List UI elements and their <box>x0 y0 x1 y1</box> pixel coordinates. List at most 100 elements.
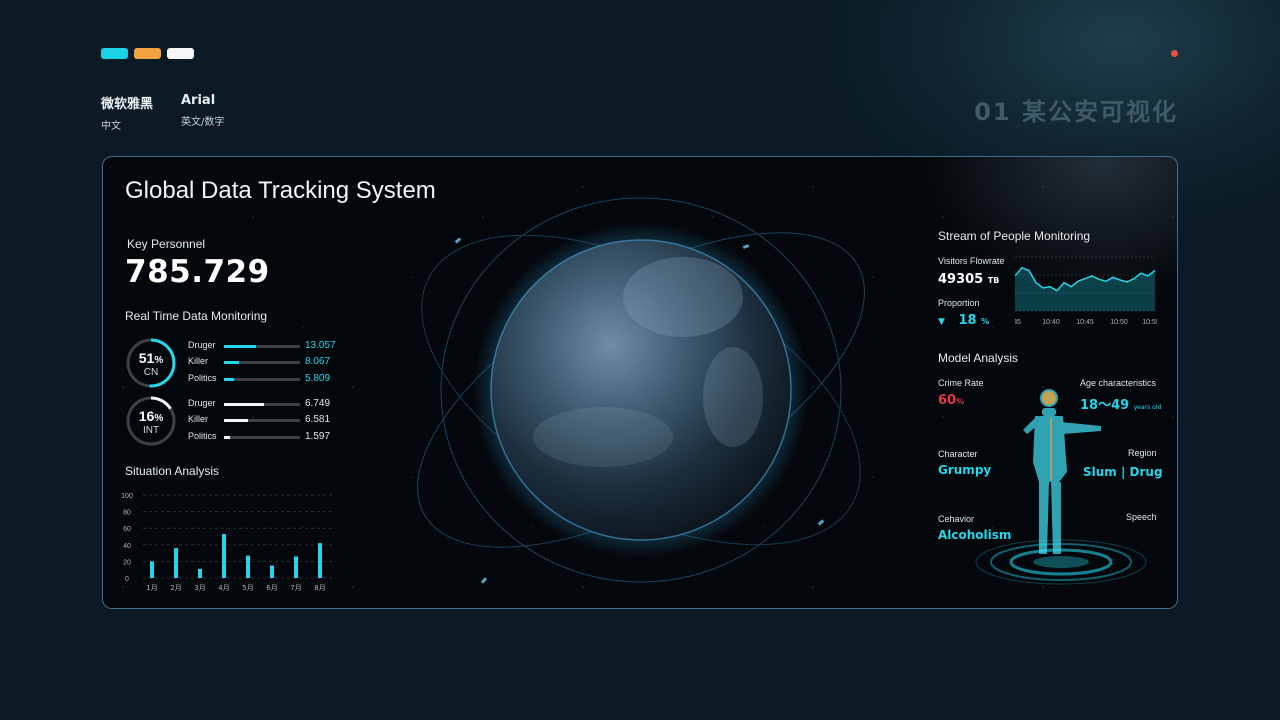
x-tick-label: 7月 <box>290 584 301 592</box>
visitors-flow-chart: 35 10:40 10:45 10:50 10:55 <box>1015 256 1157 326</box>
x-tick-label: 10:50 <box>1110 319 1128 326</box>
model-title: Model Analysis <box>938 351 1019 365</box>
x-tick-label: 8月 <box>314 584 325 592</box>
metric-value: 13.057 <box>305 340 336 351</box>
font-name: 微软雅黑 <box>101 97 154 112</box>
y-tick-label: 100 <box>121 493 133 500</box>
bar <box>198 568 202 578</box>
region-label: Region <box>1128 448 1157 458</box>
metric-value: 6.749 <box>305 398 331 409</box>
metric-track <box>224 436 300 439</box>
bar <box>246 555 250 578</box>
metric-fill <box>224 419 249 422</box>
y-tick-label: 80 <box>123 510 131 517</box>
age-value: 18～49 years old <box>1080 398 1162 413</box>
color-swatches <box>101 48 194 59</box>
behavior-value: Alcoholism <box>938 528 1012 542</box>
proportion-value: ▼ 18 % <box>938 313 990 328</box>
cloud-patch <box>533 407 673 467</box>
metric-track <box>224 403 300 406</box>
metric-fill <box>224 403 265 406</box>
visitors-label: Visitors Flowrate <box>938 256 1005 266</box>
font-usage: 中文 <box>101 121 121 132</box>
metric-fill <box>224 361 240 364</box>
swatch-orange <box>134 48 161 59</box>
crime-rate-value: 60% <box>938 393 965 408</box>
metric-fill <box>224 378 234 381</box>
bar <box>294 556 298 578</box>
realtime-title: Real Time Data Monitoring <box>125 309 268 323</box>
x-tick-label: 5月 <box>242 584 253 592</box>
x-tick-label: 10:45 <box>1076 319 1094 326</box>
status-dot <box>1171 50 1178 57</box>
x-tick-label: 10:55 <box>1142 319 1157 326</box>
metric-name: Politics <box>188 431 217 441</box>
proportion-label: Proportion <box>938 298 980 308</box>
metric-row: Druger 6.749 <box>188 398 338 412</box>
swatch-white <box>167 48 194 59</box>
x-tick-label: 4月 <box>218 584 229 592</box>
y-tick-label: 0 <box>125 576 129 583</box>
flow-area <box>1015 267 1155 311</box>
x-tick-label: 35 <box>1015 319 1021 326</box>
speech-label: Speech <box>1126 512 1157 522</box>
metric-fill <box>224 436 231 439</box>
bar <box>150 561 154 578</box>
human-hologram <box>975 389 1147 585</box>
metric-row: Politics 5.809 <box>188 373 338 387</box>
swatch-cyan <box>101 48 128 59</box>
bar <box>270 565 274 578</box>
dashboard-title: Global Data Tracking System <box>125 177 436 204</box>
crime-rate-label: Crime Rate <box>938 378 984 388</box>
metric-value: 6.581 <box>305 414 331 425</box>
metric-name: Druger <box>188 340 216 350</box>
metric-value: 8.067 <box>305 356 331 367</box>
y-tick-label: 20 <box>123 559 131 566</box>
character-value: Grumpy <box>938 463 992 477</box>
cloud-patch <box>623 257 743 337</box>
ring-code: CN <box>143 367 159 378</box>
x-tick-label: 6月 <box>266 584 277 592</box>
metric-value: 5.809 <box>305 373 331 384</box>
behavior-label: Cehavior <box>938 514 975 524</box>
metric-name: Killer <box>188 414 209 424</box>
y-tick-label: 40 <box>123 543 131 550</box>
x-tick-label: 1月 <box>146 584 157 592</box>
cloud-patch <box>703 347 763 447</box>
metric-track <box>224 345 300 348</box>
metric-name: Politics <box>188 373 217 383</box>
situation-title: Situation Analysis <box>125 464 220 478</box>
bar <box>318 543 322 578</box>
visitors-value: 49305 TB <box>938 272 1000 287</box>
metric-fill <box>224 345 256 348</box>
page-title: 01 某公安可视化 <box>974 98 1178 126</box>
metric-row: Killer 6.581 <box>188 414 338 428</box>
metric-value: 1.597 <box>305 431 331 442</box>
stream-title: Stream of People Monitoring <box>938 229 1091 243</box>
age-label: Age characteristics <box>1080 378 1157 388</box>
region-value: Slum | Drug <box>1083 465 1163 479</box>
character-label: Character <box>938 449 978 459</box>
x-tick-label: 2月 <box>170 584 181 592</box>
font-name: Arial <box>181 93 216 108</box>
dashboard-panel: Global Data Tracking System Key Personne… <box>102 156 1178 609</box>
y-tick-label: 60 <box>123 526 131 533</box>
globe-visual <box>417 197 865 583</box>
metric-track <box>224 361 300 364</box>
x-tick-label: 3月 <box>194 584 205 592</box>
font-spec-latin: Arial 英文/数字 <box>181 93 224 128</box>
metric-name: Druger <box>188 398 216 408</box>
x-tick-label: 10:40 <box>1042 319 1060 326</box>
situation-bar-chart: 0 20 40 60 80 100 1月 2月 3月 4月 5月 6月 7月 8月 <box>121 493 335 592</box>
metric-row: Politics 1.597 <box>188 431 338 445</box>
metric-track <box>224 419 300 422</box>
ring-percent: 51% <box>138 350 164 366</box>
font-spec-chinese: 微软雅黑 中文 <box>101 93 153 132</box>
metric-name: Killer <box>188 356 209 366</box>
font-usage: 英文/数字 <box>181 117 225 128</box>
down-arrow-icon: ▼ <box>938 317 945 327</box>
metric-track <box>224 378 300 381</box>
key-personnel-label: Key Personnel <box>127 237 206 251</box>
ring-percent: 16% <box>138 408 164 424</box>
bar <box>174 548 178 578</box>
